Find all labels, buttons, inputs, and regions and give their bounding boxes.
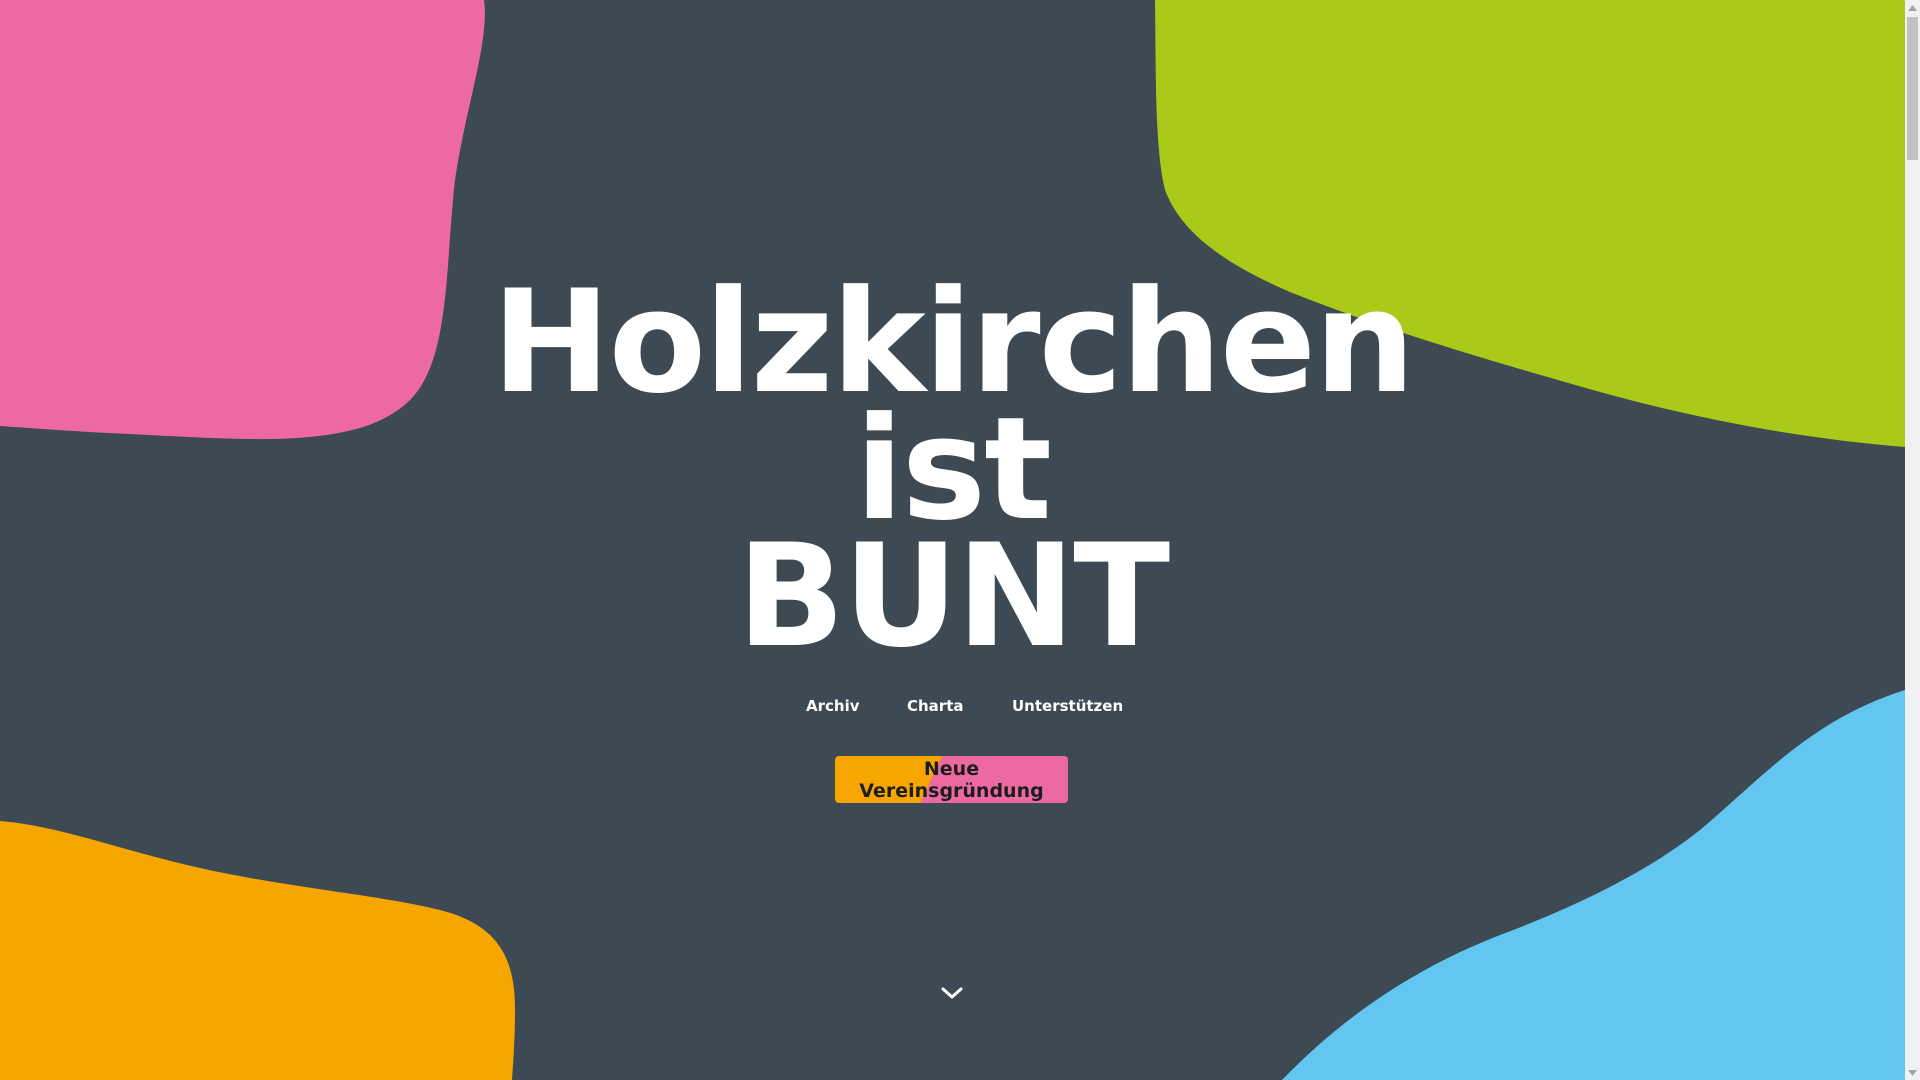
vertical-scrollbar[interactable] [1905,0,1920,1080]
new-association-button-label: Neue Vereinsgründung [859,757,1044,802]
hero-section: Holzkirchen ist BUNT Archiv Charta Unter… [0,0,1905,1080]
new-association-button[interactable]: Neue Vereinsgründung [835,756,1068,803]
nav-link-archiv[interactable]: Archiv [806,697,860,715]
scrollbar-thumb[interactable] [1907,17,1918,160]
chevron-down-icon[interactable] [940,984,964,1002]
hero-title-line-3: BUNT [736,514,1170,679]
nav-link-charta[interactable]: Charta [907,697,964,715]
scroll-up-arrow-icon[interactable] [1905,0,1920,15]
nav-link-unterstuetzen[interactable]: Unterstützen [1012,697,1123,715]
scroll-down-arrow-icon[interactable] [1905,1065,1920,1080]
page: Holzkirchen ist BUNT Archiv Charta Unter… [0,0,1905,1080]
